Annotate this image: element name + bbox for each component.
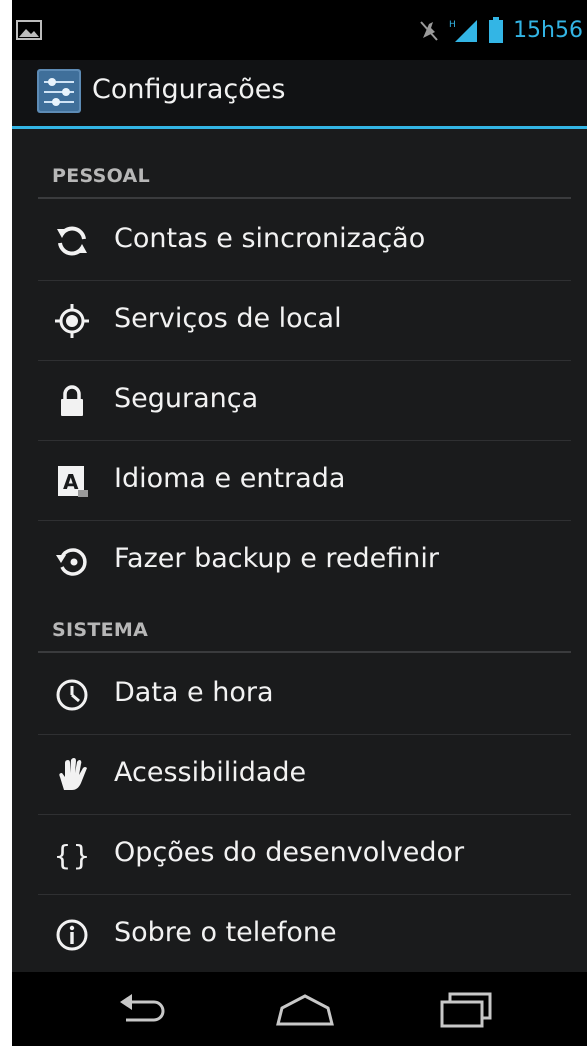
lock-icon [61,385,83,416]
action-bar: Configurações [12,60,587,129]
settings-item-backup-reset[interactable]: Fazer backup e redefinir [38,521,571,601]
navigation-bar [12,972,587,1046]
settings-item-accessibility[interactable]: Acessibilidade [38,735,571,815]
section-divider [38,197,571,199]
battery-icon [489,17,504,43]
settings-item-label: Acessibilidade [114,757,307,788]
language-icon: A [58,466,88,497]
svg-text:A: A [63,470,79,494]
info-icon [56,919,88,951]
section-divider [38,651,571,653]
settings-item-location[interactable]: Serviços de local [38,281,571,361]
location-icon [55,304,89,338]
settings-list: PESSOAL Contas e sincronização Serviços … [12,129,587,972]
settings-item-label: Contas e sincronização [114,223,426,254]
settings-item-date-time[interactable]: Data e hora [38,655,571,735]
section-header-sistema: SISTEMA [52,619,149,641]
settings-item-about-phone[interactable]: Sobre o telefone [38,895,571,975]
svg-text:{: { [54,839,71,872]
settings-item-accounts-sync[interactable]: Contas e sincronização [38,201,571,281]
image-notification-icon [16,20,42,40]
mute-icon [420,21,438,41]
svg-text:H: H [449,20,456,30]
clock-icon [56,679,88,711]
phone-screen: H 15h56 Configurações PESSOAL Contas e s… [12,0,587,1046]
status-bar: H 15h56 [12,0,587,60]
settings-item-developer-options[interactable]: { } Opções do desenvolvedor [38,815,571,895]
signal-icon: H [449,20,478,42]
status-icons: H 15h56 [419,14,583,46]
settings-item-security[interactable]: Segurança [38,361,571,441]
page-title: Configurações [92,74,286,105]
recent-apps-icon[interactable] [432,990,502,1030]
settings-item-language-input[interactable]: A Idioma e entrada [38,441,571,521]
settings-item-label: Data e hora [114,677,274,708]
sync-icon [57,226,87,256]
settings-item-label: Sobre o telefone [114,917,337,948]
settings-item-label: Fazer backup e redefinir [114,543,440,574]
braces-icon: { } [54,839,90,872]
settings-item-label: Serviços de local [114,303,342,334]
settings-item-label: Opções do desenvolvedor [114,837,465,868]
settings-item-label: Idioma e entrada [114,463,346,494]
settings-item-label: Segurança [114,383,259,414]
home-icon[interactable] [270,990,340,1030]
settings-app-icon[interactable] [36,68,82,114]
hand-icon [59,758,87,790]
section-header-pessoal: PESSOAL [52,165,150,187]
back-icon[interactable] [108,990,178,1030]
status-time: 15h56 [513,17,583,43]
backup-icon [56,548,87,576]
svg-text:}: } [73,839,90,872]
